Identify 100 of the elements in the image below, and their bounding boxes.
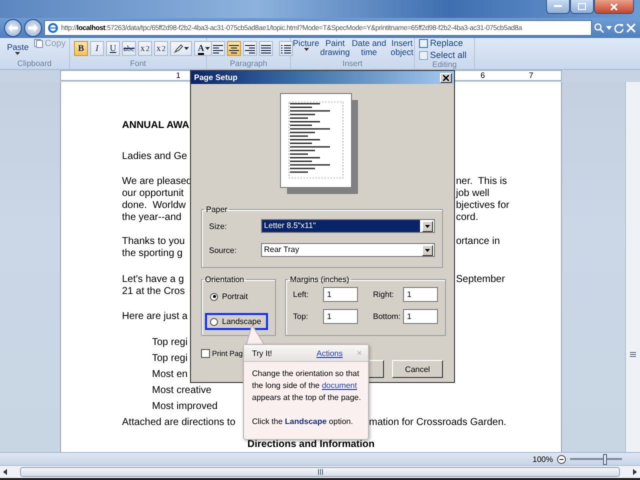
actions-link[interactable]: Actions: [316, 348, 343, 358]
document-text: bjectives for: [456, 200, 510, 212]
caret-icon: [425, 248, 430, 252]
align-right-icon: [245, 44, 255, 54]
horizontal-scrollbar[interactable]: [0, 465, 640, 478]
field-label: Left:: [293, 290, 310, 299]
dropdown-button[interactable]: [422, 220, 433, 232]
ruler-number: 1: [176, 71, 180, 80]
group-label: Insert: [341, 59, 364, 69]
dropdown-value: Letter 8.5"x11": [262, 220, 420, 232]
margin-input[interactable]: 1: [323, 309, 358, 324]
document-text: Most en: [152, 368, 188, 382]
document-text: mation for Crossroads Garden.: [369, 416, 506, 430]
document-text: done. Worldw: [122, 200, 186, 212]
alignment-button[interactable]: [227, 41, 241, 56]
grip-icon: [318, 469, 322, 475]
underline-button[interactable]: U: [106, 41, 120, 56]
forward-arrow-icon: [28, 24, 38, 32]
document-text: cord.: [456, 212, 478, 224]
document-text: the year--and: [122, 212, 182, 224]
field-label: Bottom:: [372, 312, 401, 321]
field-label: Top:: [293, 312, 310, 321]
minimize-button[interactable]: [546, 0, 570, 14]
dropdown-button[interactable]: [422, 244, 433, 256]
ruler-number: 6: [480, 71, 485, 80]
dropdown[interactable]: Rear Tray: [261, 243, 435, 257]
document-text: Ladies and Ge: [122, 151, 188, 163]
replace-button[interactable]: Replace: [419, 38, 464, 48]
close-button[interactable]: [594, 0, 634, 14]
dialog-button[interactable]: [369, 360, 384, 378]
group-label: Clipboard: [16, 59, 53, 69]
checkbox[interactable]: [201, 349, 210, 358]
document-text: Most improved: [152, 400, 218, 414]
list-icon: [281, 44, 291, 54]
document-link[interactable]: document: [322, 381, 357, 390]
document-text: Let's have a g: [122, 274, 184, 286]
insert-button[interactable]: Date and time: [351, 39, 387, 57]
group-label: Editing: [431, 60, 458, 70]
alignment-button[interactable]: [243, 41, 257, 56]
group-label: Font: [128, 59, 147, 69]
stop-icon: [626, 23, 636, 33]
margin-input[interactable]: 1: [323, 287, 358, 302]
ruler-number: 7: [528, 71, 534, 80]
radio-option[interactable]: Portrait: [205, 288, 268, 305]
group-title: Orientation: [204, 275, 246, 284]
document-text: Most creative: [152, 384, 212, 398]
field-label: Size:: [209, 222, 228, 230]
justify-icon: [261, 44, 271, 54]
highlight-button[interactable]: [170, 41, 192, 56]
refresh-icon: [614, 23, 624, 33]
italic-button[interactable]: I: [90, 41, 104, 56]
dropdown[interactable]: Letter 8.5"x11": [261, 219, 435, 233]
document-text: ortance in: [456, 236, 500, 248]
cancel-button[interactable]: Cancel: [392, 360, 443, 378]
group-label: Paragraph: [228, 59, 268, 69]
alignment-button[interactable]: [259, 41, 273, 56]
forward-button[interactable]: [24, 19, 42, 37]
align-left-icon: [213, 44, 223, 54]
paste-button[interactable]: Paste: [4, 42, 32, 55]
zoom-level: 100%: [532, 454, 553, 464]
callout-title: Try It!: [252, 348, 274, 358]
dialog-title: Page Setup: [194, 73, 238, 82]
field-label: Source:: [209, 246, 238, 254]
browser-logo-icon: [48, 23, 58, 33]
close-icon: [443, 74, 449, 80]
select-all-button[interactable]: Select all: [419, 50, 467, 60]
margin-input[interactable]: 1: [403, 287, 438, 302]
caret-icon: [606, 26, 612, 30]
maximize-button[interactable]: [570, 0, 594, 14]
select-all-icon: [419, 50, 428, 60]
back-button[interactable]: [4, 19, 22, 37]
margin-input[interactable]: 1: [403, 309, 438, 324]
document-text: ner. This is: [456, 176, 507, 188]
insert-button[interactable]: Insert object: [388, 39, 416, 57]
grip-icon: [630, 352, 636, 357]
align-center-icon: [229, 44, 239, 54]
insert-button[interactable]: Paint drawing: [320, 39, 350, 57]
slider-thumb[interactable]: [602, 454, 607, 464]
strikethrough-button[interactable]: abc: [122, 41, 136, 56]
callout-text: Change the orientation so that the long side of the document appears at the top of the page.: [252, 368, 362, 404]
back-arrow-icon: [8, 24, 18, 32]
left-arrow-icon: [3, 469, 7, 475]
highlighter-icon: [174, 44, 182, 53]
list-button[interactable]: [279, 41, 293, 56]
document-text: the sporting g: [122, 248, 183, 260]
caret-icon: [15, 52, 20, 55]
restore-icon: [578, 3, 586, 10]
document-text: September: [456, 274, 505, 286]
radio-option[interactable]: Landscape: [205, 313, 268, 330]
callout-instruction: Click the Landscape option.: [252, 416, 354, 428]
alignment-button[interactable]: [211, 41, 225, 56]
document-text: Here are just a: [122, 311, 188, 323]
bold-button[interactable]: B: [74, 41, 88, 56]
caret-icon: [304, 48, 308, 51]
caret-icon: [184, 47, 188, 50]
caret-icon: [425, 224, 430, 228]
close-icon: [610, 2, 618, 10]
vertical-scrollbar[interactable]: [625, 82, 640, 452]
insert-button[interactable]: Picture: [293, 39, 319, 51]
search-icon: [594, 23, 604, 33]
